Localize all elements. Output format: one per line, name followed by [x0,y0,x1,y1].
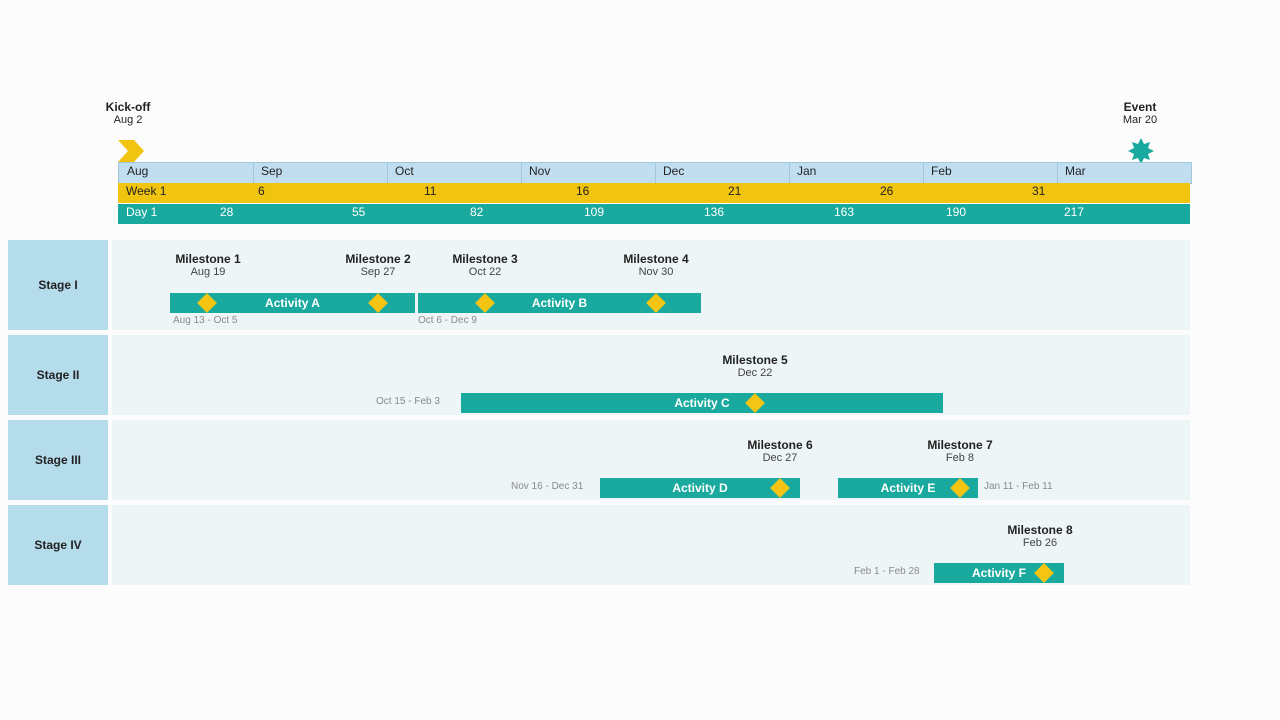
chevron-icon [118,140,144,162]
day-163: 163 [834,205,854,219]
activity-c-range: Oct 15 - Feb 3 [376,396,440,407]
diamond-icon [478,296,492,310]
stage-1-text: Stage I [38,278,77,292]
milestone-5-date: Dec 22 [705,367,805,379]
marker-event: Event Mar 20 [1100,100,1180,126]
activity-e-label: Activity E [881,481,936,495]
milestone-1-label: Milestone 1 [163,252,253,266]
marker-kickoff-date: Aug 2 [88,114,168,126]
month-mar: Mar [1065,164,1086,178]
stage-4-text: Stage IV [34,538,81,552]
stage-1-label: Stage I [8,240,108,330]
month-dec: Dec [663,164,684,178]
timeline-months: Aug Sep Oct Nov Dec Jan Feb Mar [118,162,1192,184]
stage-3-text: Stage III [35,453,81,467]
milestone-6-date: Dec 27 [730,452,830,464]
activity-a-range: Aug 13 - Oct 5 [173,315,237,326]
marker-kickoff-label: Kick-off [88,100,168,114]
month-oct: Oct [395,164,414,178]
week-21: 21 [728,184,741,198]
month-nov: Nov [529,164,550,178]
milestone-2-label: Milestone 2 [333,252,423,266]
milestone-8: Milestone 8 Feb 26 [990,523,1090,549]
milestone-1: Milestone 1 Aug 19 [163,252,253,278]
diamond-icon [773,481,787,495]
month-sep: Sep [261,164,282,178]
week-11: 11 [424,184,436,198]
milestone-7-label: Milestone 7 [910,438,1010,452]
milestone-3-date: Oct 22 [440,266,530,278]
milestone-1-date: Aug 19 [163,266,253,278]
diamond-icon [748,396,762,410]
milestone-2-date: Sep 27 [333,266,423,278]
milestone-7-date: Feb 8 [910,452,1010,464]
milestone-3-label: Milestone 3 [440,252,530,266]
month-feb: Feb [931,164,952,178]
marker-event-label: Event [1100,100,1180,114]
day-1: Day 1 [126,205,157,219]
milestone-6: Milestone 6 Dec 27 [730,438,830,464]
week-26: 26 [880,184,893,198]
activity-e-range: Jan 11 - Feb 11 [984,481,1053,492]
activity-c-label: Activity C [674,396,729,410]
activity-d-range: Nov 16 - Dec 31 [511,481,583,492]
milestone-2: Milestone 2 Sep 27 [333,252,423,278]
diamond-icon [371,296,385,310]
week-31: 31 [1032,184,1045,198]
activity-f-range: Feb 1 - Feb 28 [854,566,920,577]
starburst-icon [1128,138,1154,164]
day-55: 55 [352,205,365,219]
milestone-3: Milestone 3 Oct 22 [440,252,530,278]
activity-a-label: Activity A [265,296,320,310]
stage-2-label: Stage II [8,335,108,415]
marker-kickoff: Kick-off Aug 2 [88,100,168,126]
week-6: 6 [258,184,265,198]
activity-b-label: Activity B [532,296,587,310]
week-1: Week 1 [126,184,166,198]
diamond-icon [1037,566,1051,580]
milestone-5-label: Milestone 5 [705,353,805,367]
diamond-icon [649,296,663,310]
day-28: 28 [220,205,233,219]
month-aug: Aug [127,164,148,178]
activity-f-label: Activity F [972,566,1026,580]
day-109: 109 [584,205,604,219]
milestone-7: Milestone 7 Feb 8 [910,438,1010,464]
stage-3-label: Stage III [8,420,108,500]
stage-2-text: Stage II [37,368,80,382]
activity-d-label: Activity D [672,481,727,495]
diamond-icon [953,481,967,495]
activity-c-bar: Activity C [461,393,943,413]
day-190: 190 [946,205,966,219]
milestone-8-label: Milestone 8 [990,523,1090,537]
stage-4-label: Stage IV [8,505,108,585]
milestone-4-label: Milestone 4 [611,252,701,266]
timeline-weeks: Week 1 6 11 16 21 26 31 [118,183,1190,203]
marker-event-date: Mar 20 [1100,114,1180,126]
timeline-days: Day 1 28 55 82 109 136 163 190 217 [118,204,1190,224]
week-16: 16 [576,184,589,198]
day-136: 136 [704,205,724,219]
milestone-5: Milestone 5 Dec 22 [705,353,805,379]
milestone-8-date: Feb 26 [990,537,1090,549]
activity-b-range: Oct 6 - Dec 9 [418,315,477,326]
milestone-4-date: Nov 30 [611,266,701,278]
diamond-icon [200,296,214,310]
milestone-4: Milestone 4 Nov 30 [611,252,701,278]
milestone-6-label: Milestone 6 [730,438,830,452]
month-jan: Jan [797,164,816,178]
day-217: 217 [1064,205,1084,219]
day-82: 82 [470,205,483,219]
